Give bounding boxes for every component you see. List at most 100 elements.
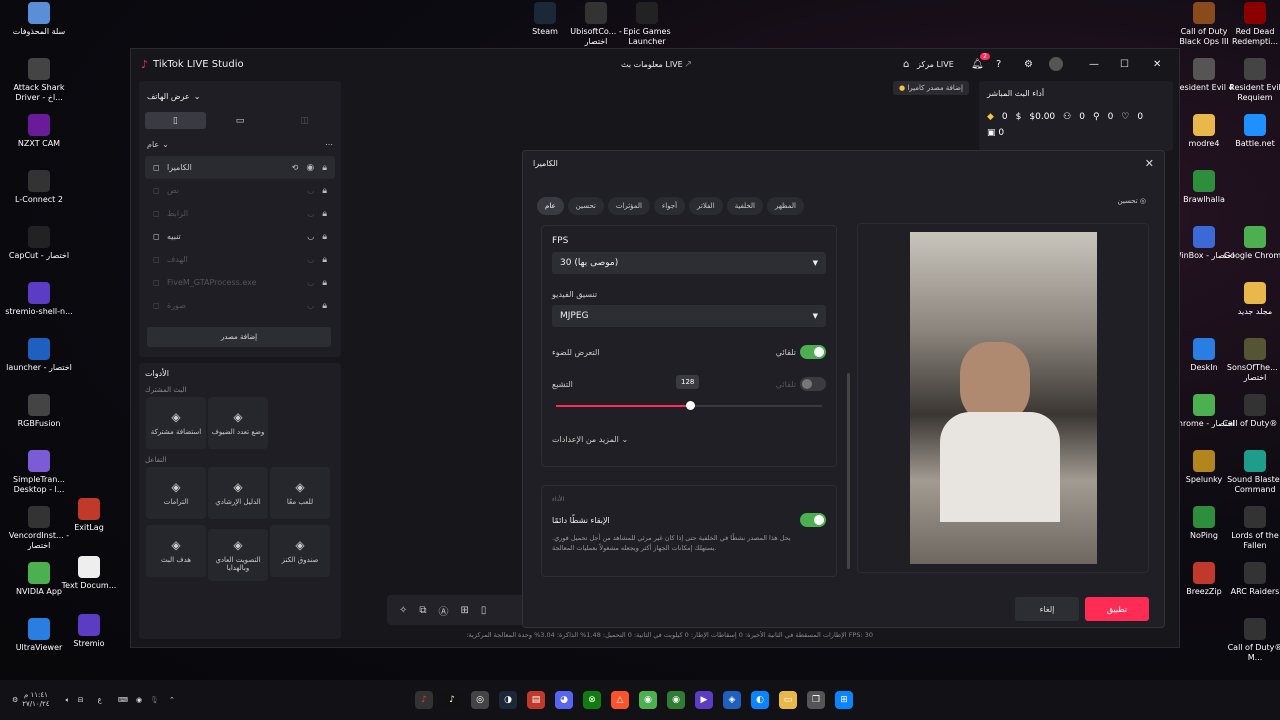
desktop-shortcut[interactable]: سلة المحذوفات [4,2,74,37]
maximize-icon[interactable]: ☐ [1120,59,1129,70]
desktop-shortcut[interactable]: Attack Shark Driver - اخ... [4,58,74,103]
eye-icon[interactable]: ◡ [307,186,314,195]
settings-tab[interactable]: المؤثرات [607,197,650,215]
more-settings-link[interactable]: المزيد من الإعدادات ⌄ [552,435,826,444]
stremio-taskbar-icon[interactable]: ▶ [695,691,713,709]
tray-app-icon[interactable]: ◉ [136,696,142,704]
source-item[interactable]: ◻ تنبيه ◡ 🔒︎ [145,225,335,248]
brave-taskbar-icon[interactable]: △ [611,691,629,709]
magic-wand-icon[interactable]: ✧ [399,605,407,616]
tool-button[interactable]: ◈ التصويت العادي وبالهدايا [208,529,268,581]
close-icon[interactable]: ✕ [1145,157,1154,170]
windows-start-icon[interactable]: ⊞ [835,691,853,709]
launcher-taskbar-icon[interactable]: ◈ [723,691,741,709]
close-icon[interactable]: ✕ [1153,59,1161,70]
gear-icon[interactable]: ⚙ [12,696,18,704]
desktop-shortcut[interactable]: RGBFusion [4,394,74,429]
more-icon[interactable]: ⋯ [325,140,333,149]
help-icon[interactable]: ? [996,59,1001,70]
source-item[interactable]: ◻ الهدف ◡ 🔒︎ [145,248,335,271]
microphone-icon[interactable]: 🎙︎ [150,696,159,704]
desktop-shortcut[interactable]: L-Connect 2 [4,170,74,205]
scene-title[interactable]: عرض الهاتف [147,92,190,101]
edge-taskbar-icon[interactable]: ◐ [751,691,769,709]
desktop-shortcut[interactable]: Red Dead Redempti... [1220,2,1280,47]
desktop-shortcut[interactable]: Google Chrome [1220,226,1280,261]
desktop-shortcut[interactable]: ExitLag [54,498,124,533]
eye-icon[interactable]: ◡ [307,209,314,218]
source-item[interactable]: ◻ FiveM_GTAProcess.exe ◡ 🔒︎ [145,271,335,294]
lock-icon[interactable]: 🔒︎ [322,301,327,311]
tiktok-taskbar-icon[interactable]: ♪ [443,691,461,709]
scrollbar[interactable] [847,373,850,569]
apply-button[interactable]: تطبيق [1085,597,1149,621]
keyboard-icon[interactable]: ⌨ [118,696,128,704]
app-taskbar-icon[interactable]: ▤ [527,691,545,709]
desktop-shortcut[interactable]: launcher - اختصار [4,338,74,373]
source-item[interactable]: ◻ الكاميرا ⟲ ◉ 🔒︎ [145,156,335,179]
gear-icon[interactable]: ⚙ [1024,59,1033,70]
desktop-shortcut[interactable]: Text Docum... [54,556,124,591]
add-camera-hint[interactable]: ● إضافة مصدر كاميرا [893,81,969,95]
desktop-shortcut[interactable]: Sound Blaster Command [1220,450,1280,495]
task-view-taskbar-icon[interactable]: ❐ [807,691,825,709]
tool-button[interactable]: ◈ الترامات [146,467,206,519]
desktop-shortcut[interactable]: مجلد جديد [1220,282,1280,317]
bell-icon[interactable]: 🔔︎ [971,59,984,70]
settings-tab[interactable]: عام [537,197,564,215]
file-explorer-taskbar-icon[interactable]: ▭ [779,691,797,709]
source-item[interactable]: ◻ نص ◡ 🔒︎ [145,179,335,202]
desktop-shortcut[interactable]: Epic Games Launcher [612,2,682,47]
keep-active-toggle[interactable] [800,513,826,527]
eye-icon[interactable]: ◡ [307,232,314,241]
tool-button[interactable]: ◈ صندوق الكنز [270,525,330,577]
desktop-shortcut[interactable]: NZXT CAM [4,114,74,149]
scene-group-label[interactable]: عام [147,140,159,149]
portrait-mode-button[interactable]: ▯ [145,112,206,129]
desktop-shortcut[interactable]: CapCut - اختصار [4,226,74,261]
source-item[interactable]: ◻ الرابط ◡ 🔒︎ [145,202,335,225]
eye-icon[interactable]: ◡ [307,278,314,287]
speaker-icon[interactable]: 🔈︎ [66,696,70,705]
network-icon[interactable]: ⊟ [78,696,84,704]
tool-button[interactable]: ◈ هدف البث [146,525,206,577]
settings-tab[interactable]: أجواء [653,197,686,215]
exposure-auto-toggle[interactable] [800,345,826,359]
share-icon[interactable]: ↗ [684,59,692,70]
tiktok-live-taskbar-icon[interactable]: ♪ [415,691,433,709]
fps-select[interactable]: 30 (موصى بها) ▼ [552,252,826,274]
dual-mode-button[interactable]: ◫ [274,112,335,129]
settings-tab[interactable]: المظهر [766,197,804,215]
desktop-shortcut[interactable]: SonsOfThe... - اختصار [1220,338,1280,383]
eye-icon[interactable]: ◡ [307,255,314,264]
tool-button[interactable]: ◈ للعب معًا [270,467,330,519]
home-icon[interactable]: ⌂ [903,59,909,70]
desktop-shortcut[interactable]: Battle.net [1220,114,1280,149]
enhance-button[interactable]: تحسين ◎ [1118,197,1147,205]
format-select[interactable]: MJPEG ▼ [552,305,826,327]
clock-time[interactable]: ١١:٤١ م [22,691,49,700]
eye-icon[interactable]: ◡ [307,301,314,310]
layout-icon[interactable]: ⊞ [461,605,469,616]
chrome-alt-taskbar-icon[interactable]: ◉ [667,691,685,709]
source-item[interactable]: ◻ صورة ◡ 🔒︎ [145,294,335,317]
phone-icon[interactable]: ▯ [481,605,487,616]
cancel-button[interactable]: إلغاء [1015,597,1079,621]
desktop-shortcut[interactable]: ARC Raiders [1220,562,1280,597]
lock-icon[interactable]: 🔒︎ [322,163,327,173]
chevron-up-icon[interactable]: ⌃ [169,696,175,704]
stream-info-title[interactable]: معلومات بث LIVE [621,60,683,69]
saturation-slider[interactable]: 128 [552,375,826,411]
desktop-shortcut[interactable]: Resident Evil Requiem [1220,58,1280,103]
avatar[interactable] [1049,57,1063,71]
chevron-down-icon[interactable]: ⌄ [194,92,201,101]
screenshot-icon[interactable]: ⧉ [419,605,426,616]
tool-button[interactable]: ◈ استضافة مشتركة [146,397,206,449]
desktop-shortcut[interactable]: Call of Duty® ... [1220,394,1280,429]
add-source-button[interactable]: إضافة مصدر [147,327,331,347]
lock-icon[interactable]: 🔒︎ [322,209,327,219]
eye-icon[interactable]: ◉ [306,163,314,173]
chevron-down-icon[interactable]: ⌄ [162,140,169,149]
steam-taskbar-icon[interactable]: ◑ [499,691,517,709]
lock-icon[interactable]: 🔒︎ [322,186,327,196]
